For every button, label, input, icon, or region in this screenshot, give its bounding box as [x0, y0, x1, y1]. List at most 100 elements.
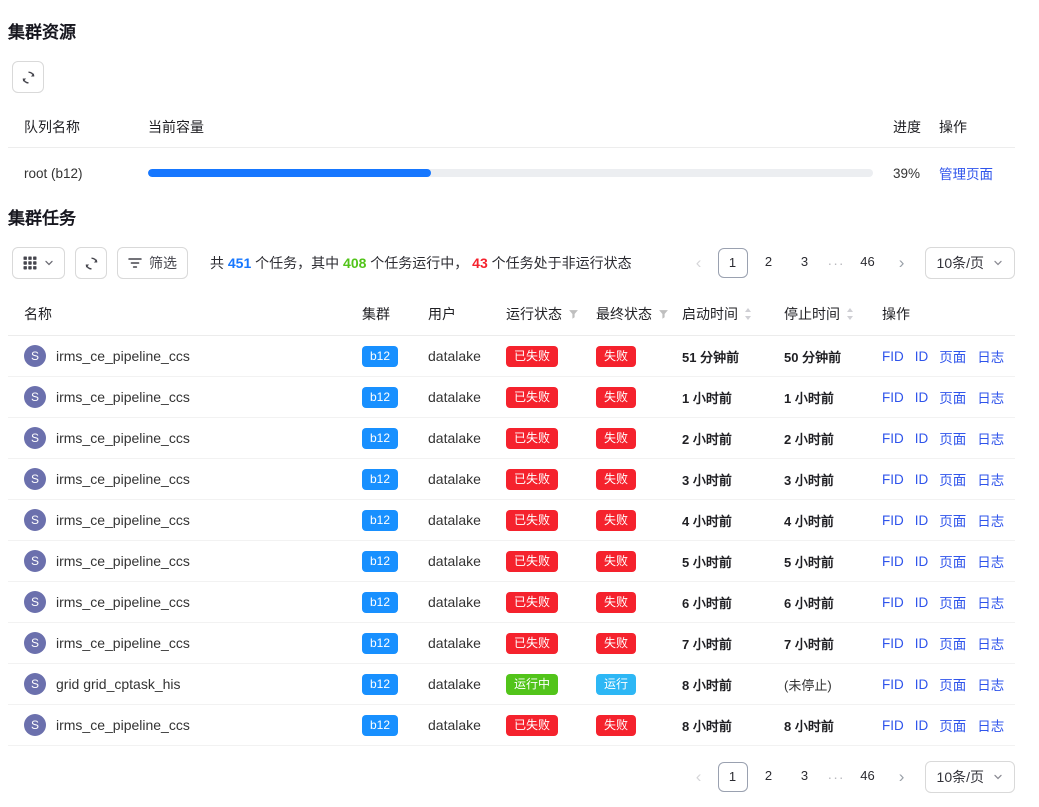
row-actions: FID ID 页面日志	[882, 592, 1015, 612]
cluster-tag: b12	[362, 346, 398, 367]
action-link[interactable]: 页面	[939, 592, 966, 612]
chevron-down-icon	[993, 772, 1003, 782]
action-link[interactable]: ID	[915, 677, 929, 692]
action-link[interactable]: 页面	[939, 633, 966, 653]
action-link[interactable]: FID	[882, 431, 904, 446]
stop-time: 5 小时前	[784, 552, 882, 571]
col-header-final-status: 最终状态	[596, 304, 682, 324]
cluster-tag: b12	[362, 428, 398, 449]
queue-row: root (b12) 39% 管理页面	[8, 148, 1015, 198]
summary-text: 个任务运行中，	[366, 255, 472, 271]
action-link[interactable]: 日志	[977, 428, 1004, 448]
progress-fill	[148, 169, 431, 177]
action-link[interactable]: FID	[882, 554, 904, 569]
filter-funnel-icon[interactable]	[568, 309, 579, 320]
task-user: datalake	[428, 389, 506, 405]
progress-percent: 39%	[873, 166, 929, 181]
page-button-1[interactable]: 1	[718, 762, 748, 792]
start-time: 7 小时前	[682, 634, 784, 653]
sorter-icon[interactable]	[846, 307, 854, 321]
page-button-3[interactable]: 3	[790, 762, 820, 792]
sorter-icon[interactable]	[744, 307, 752, 321]
action-link[interactable]: 页面	[939, 387, 966, 407]
refresh-icon	[21, 70, 36, 85]
page-size-select[interactable]: 10条/页	[925, 247, 1015, 279]
page-button-3[interactable]: 3	[790, 248, 820, 278]
row-actions: FID ID 页面日志	[882, 387, 1015, 407]
action-link[interactable]: FID	[882, 349, 904, 364]
summary-text: 个任务处于非运行状态	[488, 255, 632, 271]
filter-button[interactable]: 筛选	[117, 247, 188, 279]
action-link[interactable]: ID	[915, 595, 929, 610]
task-name: irms_ce_pipeline_ccs	[56, 635, 190, 651]
action-link[interactable]: ID	[915, 349, 929, 364]
start-time: 8 小时前	[682, 716, 784, 735]
action-link[interactable]: 日志	[977, 633, 1004, 653]
action-link[interactable]: 页面	[939, 674, 966, 694]
page-button-2[interactable]: 2	[754, 248, 784, 278]
task-name-cell: S grid grid_cptask_his	[24, 673, 362, 695]
action-link[interactable]: 日志	[977, 469, 1004, 489]
action-link[interactable]: ID	[915, 390, 929, 405]
action-link[interactable]: FID	[882, 513, 904, 528]
column-settings-button[interactable]	[12, 247, 65, 279]
action-link[interactable]: ID	[915, 636, 929, 651]
summary-not-running-count: 43	[472, 255, 488, 271]
action-link[interactable]: 日志	[977, 346, 1004, 366]
col-header-label: 用户	[428, 304, 456, 324]
action-link[interactable]: 日志	[977, 510, 1004, 530]
action-link[interactable]: FID	[882, 636, 904, 651]
page-size-select[interactable]: 10条/页	[925, 761, 1015, 793]
page-button-2[interactable]: 2	[754, 762, 784, 792]
col-header-queue-name: 队列名称	[24, 117, 148, 137]
action-link[interactable]: ID	[915, 513, 929, 528]
col-header-capacity: 当前容量	[148, 117, 873, 137]
action-link[interactable]: FID	[882, 718, 904, 733]
table-row: S irms_ce_pipeline_ccs b12 datalake 已失败 …	[8, 705, 1015, 746]
action-link[interactable]: 页面	[939, 346, 966, 366]
start-time: 5 小时前	[682, 552, 784, 571]
prev-page-button[interactable]: ‹	[686, 762, 712, 792]
stop-time: 1 小时前	[784, 388, 882, 407]
cluster-tag: b12	[362, 510, 398, 531]
col-header-action: 操作	[929, 117, 1015, 137]
action-link[interactable]: FID	[882, 595, 904, 610]
action-link[interactable]: 页面	[939, 510, 966, 530]
next-page-button[interactable]: ›	[889, 248, 915, 278]
task-user: datalake	[428, 594, 506, 610]
col-header-stop-time: 停止时间	[784, 304, 882, 324]
page-size-value: 10条/页	[937, 767, 984, 787]
col-header-label: 名称	[24, 304, 52, 324]
action-link[interactable]: ID	[915, 718, 929, 733]
page-jump-ellipsis[interactable]: ···	[826, 769, 847, 785]
tasks-refresh-button[interactable]	[75, 247, 107, 279]
action-link[interactable]: 日志	[977, 715, 1004, 735]
action-link[interactable]: ID	[915, 431, 929, 446]
action-link[interactable]: ID	[915, 554, 929, 569]
prev-page-button[interactable]: ‹	[686, 248, 712, 278]
action-link[interactable]: 页面	[939, 551, 966, 571]
page-button-last[interactable]: 46	[853, 762, 883, 792]
action-link[interactable]: 日志	[977, 674, 1004, 694]
action-link[interactable]: FID	[882, 472, 904, 487]
action-link[interactable]: 日志	[977, 592, 1004, 612]
table-row: S irms_ce_pipeline_ccs b12 datalake 已失败 …	[8, 336, 1015, 377]
row-actions: FID ID 页面日志	[882, 510, 1015, 530]
action-link[interactable]: ID	[915, 472, 929, 487]
action-link[interactable]: 日志	[977, 387, 1004, 407]
action-link[interactable]: 页面	[939, 428, 966, 448]
resources-refresh-button[interactable]	[12, 61, 44, 93]
run-status-badge: 已失败	[506, 428, 558, 449]
stop-time: 8 小时前	[784, 716, 882, 735]
page-button-1[interactable]: 1	[718, 248, 748, 278]
action-link[interactable]: 页面	[939, 469, 966, 489]
filter-funnel-icon[interactable]	[658, 309, 669, 320]
next-page-button[interactable]: ›	[889, 762, 915, 792]
page-jump-ellipsis[interactable]: ···	[826, 255, 847, 271]
action-link[interactable]: FID	[882, 677, 904, 692]
action-link[interactable]: 页面	[939, 715, 966, 735]
action-link[interactable]: FID	[882, 390, 904, 405]
page-button-last[interactable]: 46	[853, 248, 883, 278]
action-link[interactable]: 日志	[977, 551, 1004, 571]
manage-page-link[interactable]: 管理页面	[939, 167, 993, 182]
